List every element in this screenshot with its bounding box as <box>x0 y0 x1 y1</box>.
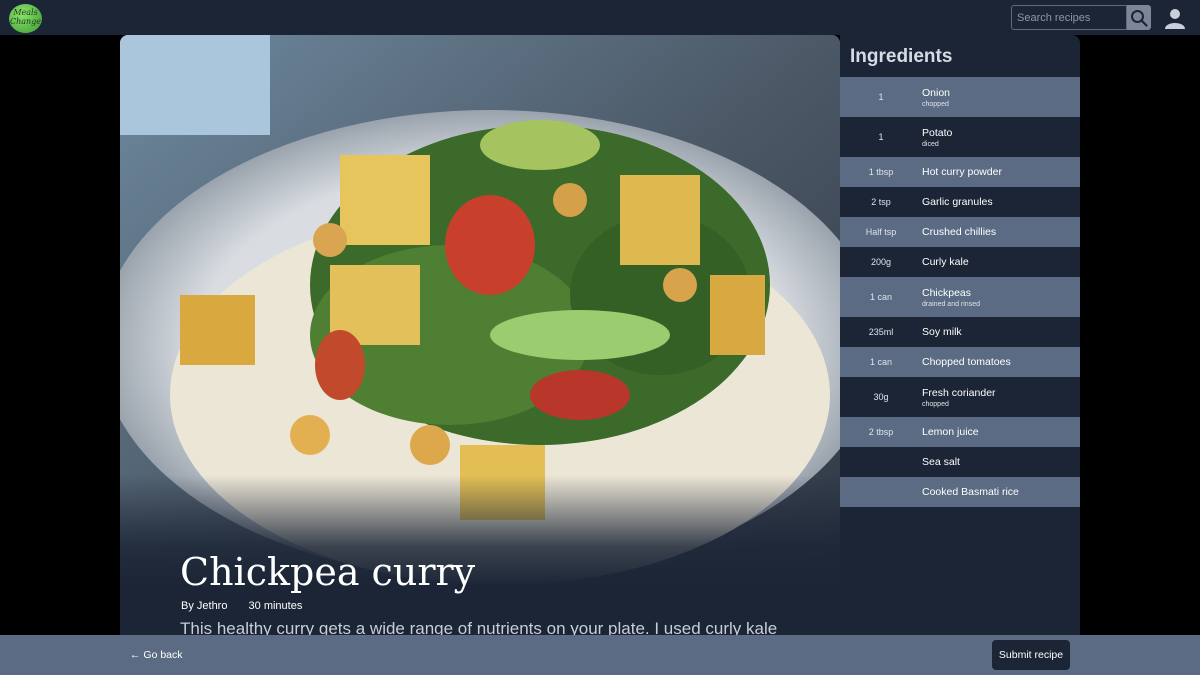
ingredient-row: 235ml Soy milk <box>840 317 1080 347</box>
ingredient-text: Onion chopped <box>922 87 950 108</box>
ingredient-text: Chickpeas drained and rinsed <box>922 287 980 308</box>
ingredient-text: Crushed chillies <box>922 226 996 238</box>
ingredient-row: Cooked Basmati rice <box>840 477 1080 507</box>
ingredient-name: Onion <box>922 86 951 99</box>
ingredient-quantity: 1 <box>878 92 884 102</box>
ingredient-name: Sea salt <box>922 456 960 468</box>
ingredient-text: Potato diced <box>922 127 952 148</box>
ingredient-note: chopped <box>922 400 949 408</box>
ingredient-row: Sea salt <box>840 447 1080 477</box>
ingredient-row: 2 tbsp Lemon juice <box>840 417 1080 447</box>
search-button[interactable] <box>1127 5 1151 30</box>
ingredient-row: 1 Potato diced <box>840 117 1080 157</box>
ingredient-row: 2 tsp Garlic granules <box>840 187 1080 217</box>
ingredient-name: Cooked Basmati rice <box>922 486 1019 498</box>
ingredient-text: Chopped tomatoes <box>922 356 1011 368</box>
ingredient-name: Garlic granules <box>922 196 993 208</box>
ingredient-note: chopped <box>922 100 949 108</box>
search-input[interactable] <box>1011 5 1127 30</box>
ingredient-quantity: 30g <box>873 392 889 402</box>
top-bar: Meals Change <box>0 0 1200 35</box>
ingredient-text: Curly kale <box>922 256 969 268</box>
ingredient-name: Fresh coriander <box>922 386 996 399</box>
ingredient-row: 1 can Chopped tomatoes <box>840 347 1080 377</box>
ingredient-quantity: 235ml <box>868 327 894 337</box>
ingredient-text: Lemon juice <box>922 426 979 438</box>
ingredient-text: Hot curry powder <box>922 166 1002 178</box>
ingredient-name: Crushed chillies <box>922 226 997 238</box>
ingredient-row: 30g Fresh coriander chopped <box>840 377 1080 417</box>
ingredient-text: Soy milk <box>922 326 962 338</box>
ingredient-name: Curly kale <box>922 256 969 268</box>
search-icon <box>1131 9 1148 27</box>
ingredient-name: Soy milk <box>922 326 962 338</box>
ingredient-quantity: 200g <box>870 257 892 267</box>
ingredient-quantity: 1 tbsp <box>868 167 894 177</box>
recipe-duration: 30 minutes <box>248 600 303 612</box>
user-account-button[interactable] <box>1162 5 1188 31</box>
ingredient-quantity: 1 <box>878 132 884 142</box>
recipe-author: By Jethro <box>181 600 228 612</box>
ingredients-heading: Ingredients <box>850 46 953 67</box>
ingredients-panel: Ingredients 1 Onion chopped 1 Potato diced 1 t… <box>840 35 1080 635</box>
ingredient-quantity: 2 tsp <box>871 197 891 207</box>
ingredient-name: Lemon juice <box>922 426 979 438</box>
submit-recipe-button[interactable]: Submit recipe <box>992 640 1070 670</box>
ingredient-row: 1 can Chickpeas drained and rinsed <box>840 277 1080 317</box>
recipe-description: This healthy curry gets a wide range of … <box>180 619 778 635</box>
ingredient-quantity: 1 can <box>869 292 893 302</box>
ingredient-quantity: 2 tbsp <box>868 427 894 437</box>
user-icon <box>1165 9 1185 29</box>
ingredient-row: 1 Onion chopped <box>840 77 1080 117</box>
ingredient-text: Fresh coriander chopped <box>922 387 996 408</box>
ingredient-name: Potato <box>922 126 953 139</box>
ingredient-quantity: Half tsp <box>865 227 897 237</box>
recipe-meta: By Jethro 30 minutes <box>181 600 320 612</box>
ingredient-quantity: 1 can <box>869 357 893 367</box>
ingredient-note: diced <box>922 140 939 148</box>
ingredient-name: Chickpeas <box>922 286 972 299</box>
recipe-hero: Chickpea curry By Jethro 30 minutes This… <box>120 35 840 635</box>
ingredient-text: Sea salt <box>922 456 960 468</box>
ingredient-text: Cooked Basmati rice <box>922 486 1019 498</box>
ingredient-note: drained and rinsed <box>922 300 980 308</box>
bottom-bar: ← Go back Submit recipe <box>0 635 1200 675</box>
ingredient-name: Chopped tomatoes <box>922 356 1011 368</box>
logo-text: Meals Change <box>9 8 42 26</box>
ingredient-text: Garlic granules <box>922 196 993 208</box>
ingredient-row: 1 tbsp Hot curry powder <box>840 157 1080 187</box>
go-back-link[interactable]: ← Go back <box>130 649 183 661</box>
recipe-title: Chickpea curry <box>180 550 476 594</box>
search-bar <box>1011 5 1151 30</box>
logo[interactable]: Meals Change <box>9 4 42 33</box>
ingredient-name: Hot curry powder <box>922 166 1002 178</box>
ingredient-row: Half tsp Crushed chillies <box>840 217 1080 247</box>
ingredients-list: 1 Onion chopped 1 Potato diced 1 tbsp Hot curry… <box>840 77 1080 507</box>
ingredient-row: 200g Curly kale <box>840 247 1080 277</box>
